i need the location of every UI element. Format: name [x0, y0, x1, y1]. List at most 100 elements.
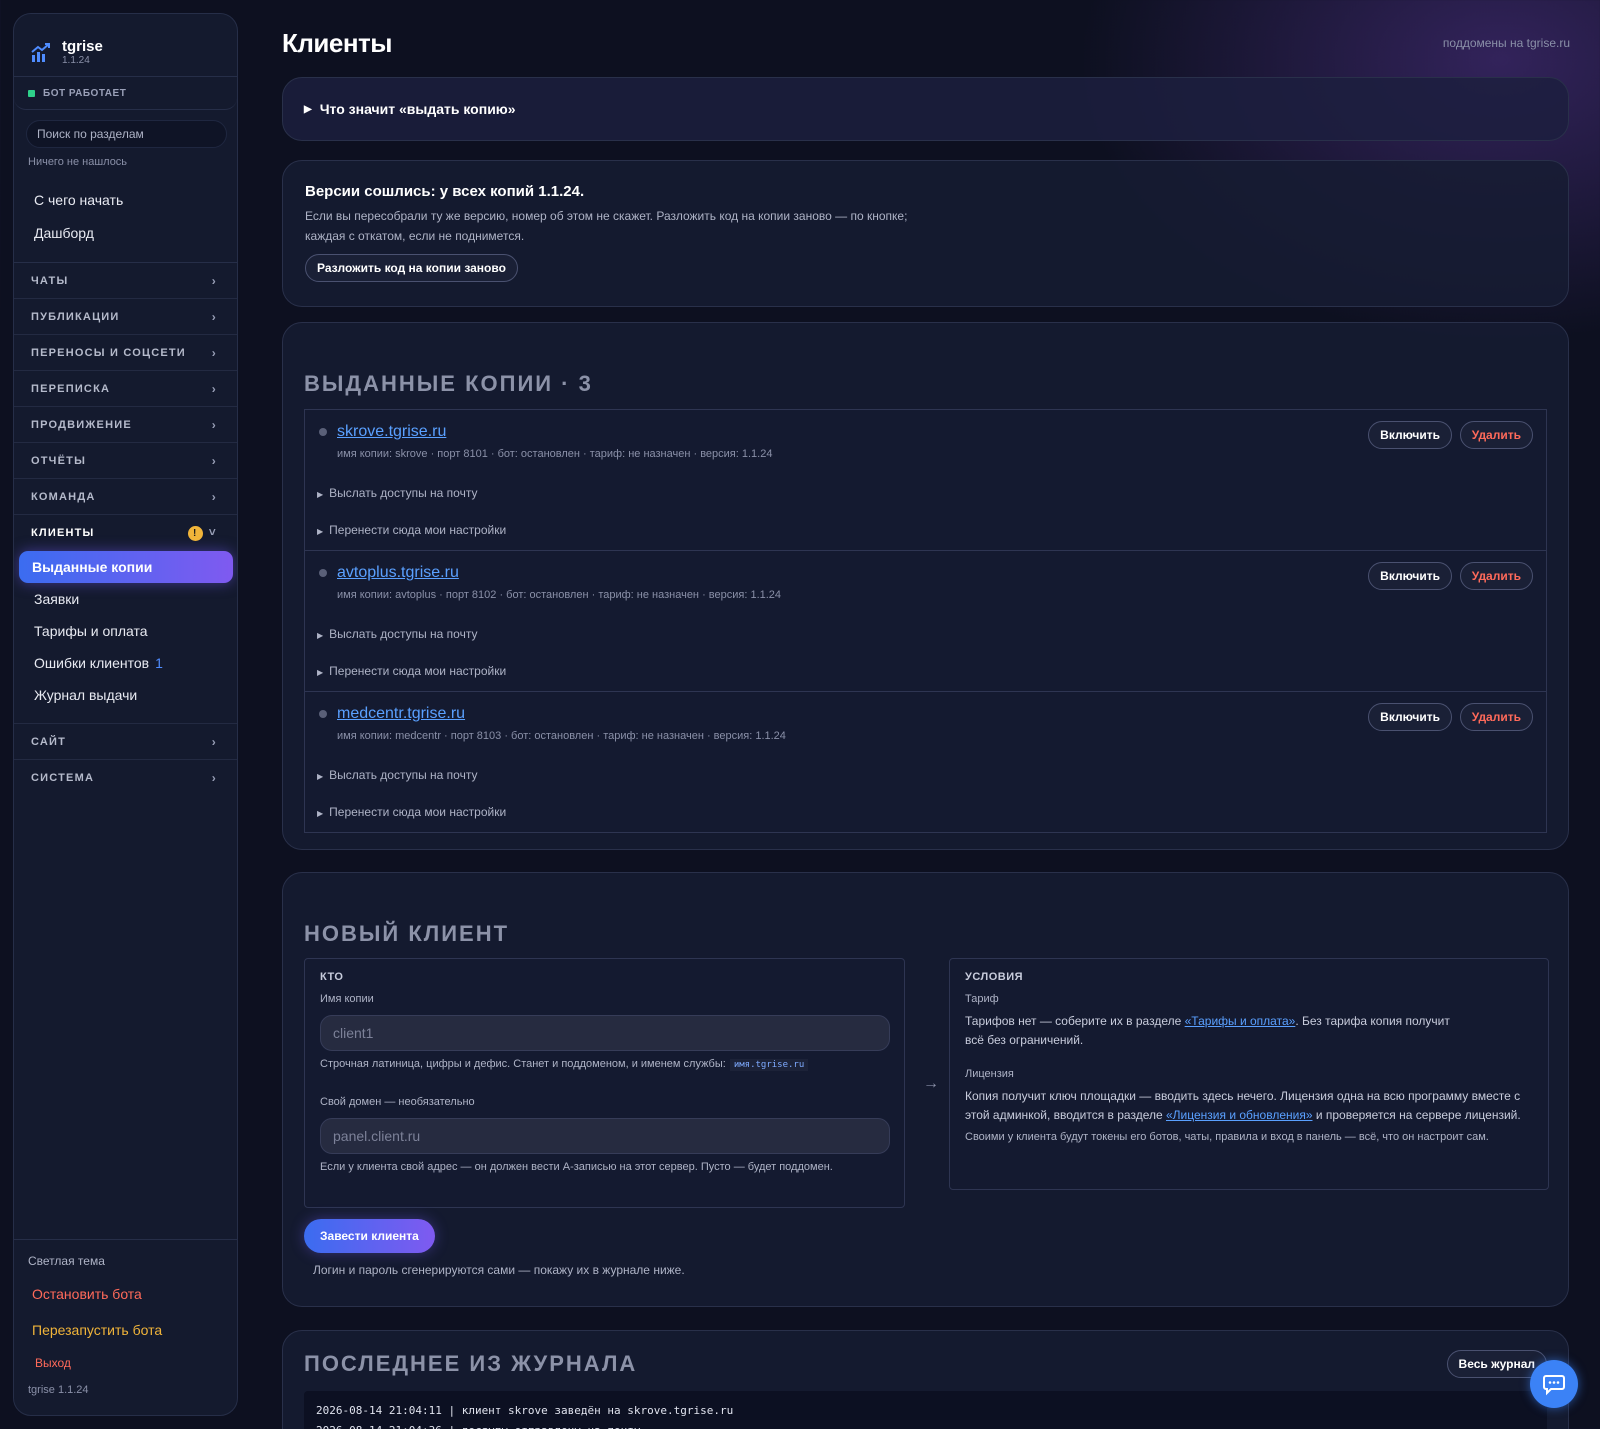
chevron-down-icon: ˅	[208, 525, 217, 539]
copy-name-label: Имя копии	[320, 993, 374, 1005]
who-title: КТО	[320, 971, 344, 983]
sidebar-item-issued-copies[interactable]: Выданные копии	[19, 551, 233, 583]
versions-card: Версии сошлись: у всех копий 1.1.24. Есл…	[282, 160, 1569, 307]
delete-button[interactable]: Удалить	[1459, 703, 1533, 731]
own-domain-hint: Если у клиента свой адрес — он должен ве…	[320, 1161, 833, 1173]
subdomain-code: имя.tgrise.ru	[729, 1059, 809, 1071]
details-label: Перенести сюда мои настройки	[329, 523, 507, 537]
chevron-right-icon: ›	[211, 453, 217, 468]
sidebar-group-system[interactable]: СИСТЕМА ›	[14, 760, 237, 796]
brand[interactable]: tgrise 1.1.24	[14, 14, 237, 76]
sidebar-group-promotion[interactable]: ПРОДВИЖЕНИЕ ›	[14, 407, 237, 443]
delete-button[interactable]: Удалить	[1459, 421, 1533, 449]
triangle-right-icon: ▶	[317, 772, 324, 781]
sidebar-group-transfers[interactable]: ПЕРЕНОСЫ И СОЦСЕТИ ›	[14, 335, 237, 371]
sidebar-group-label: ЧАТЫ	[31, 274, 69, 287]
copy-meta: имя копии: avtoplus · порт 8102 · бот: о…	[337, 589, 782, 601]
transfer-settings-details[interactable]: ▶ Перенести сюда мои настройки	[317, 523, 506, 537]
create-client-button[interactable]: Завести клиента	[304, 1219, 435, 1253]
footer-version: tgrise 1.1.24	[28, 1384, 89, 1396]
own-data-text: Своими у клиента будут токены его ботов,…	[965, 1131, 1489, 1143]
chat-button[interactable]	[1530, 1360, 1578, 1408]
sidebar-group-label: ПЕРЕНОСЫ И СОЦСЕТИ	[31, 346, 186, 359]
license-text: Копия получит ключ площадки — вводить зд…	[965, 1087, 1533, 1125]
issued-copies-card: ВЫДАННЫЕ КОПИИ · 3 skrove.tgrise.ru имя …	[282, 322, 1569, 850]
details-label: Выслать доступы на почту	[329, 627, 478, 641]
versions-text: Если вы пересобрали ту же версию, номер …	[305, 209, 908, 243]
restart-bot-button[interactable]: Перезапустить бота	[28, 1314, 237, 1350]
license-link[interactable]: «Лицензия и обновления»	[1166, 1108, 1313, 1122]
list-item: skrove.tgrise.ru имя копии: skrove · пор…	[305, 410, 1546, 551]
triangle-right-icon: ▶	[317, 809, 324, 818]
chevron-right-icon: ›	[211, 273, 217, 288]
triangle-right-icon: ▶	[317, 631, 324, 640]
sidebar-group-site[interactable]: САЙТ ›	[14, 724, 237, 760]
copy-domain-link[interactable]: medcentr.tgrise.ru	[337, 705, 465, 723]
enable-button[interactable]: Включить	[1368, 703, 1452, 731]
create-client-hint: Логин и пароль сгенерируются сами — пока…	[313, 1263, 685, 1277]
sidebar-top-links: С чего начать Дашборд	[14, 174, 237, 263]
copy-domain-link[interactable]: skrove.tgrise.ru	[337, 423, 446, 441]
send-access-details[interactable]: ▶ Выслать доступы на почту	[317, 768, 477, 782]
sidebar-group-clients[interactable]: КЛИЕНТЫ ! ˅	[14, 515, 237, 551]
redeploy-button[interactable]: Разложить код на копии заново	[305, 254, 518, 282]
transfer-settings-details[interactable]: ▶ Перенести сюда мои настройки	[317, 805, 506, 819]
app-name: tgrise	[62, 38, 103, 55]
copy-name-input[interactable]	[320, 1015, 890, 1051]
journal-card: ПОСЛЕДНЕЕ ИЗ ЖУРНАЛА Весь журнал 2026-08…	[282, 1330, 1569, 1429]
tariffs-link[interactable]: «Тарифы и оплата»	[1185, 1014, 1296, 1028]
sidebar-item-dashboard[interactable]: Дашборд	[14, 219, 237, 252]
terms-box: УСЛОВИЯ Тариф Тарифов нет — соберите их …	[949, 958, 1549, 1190]
sidebar-group-label: КОМАНДА	[31, 490, 96, 503]
sidebar-footer: Светлая тема Остановить бота Перезапусти…	[14, 1239, 237, 1415]
sidebar-group-chats[interactable]: ЧАТЫ ›	[14, 263, 237, 299]
sidebar-group-reports[interactable]: ОТЧЁТЫ ›	[14, 443, 237, 479]
journal-heading: ПОСЛЕДНЕЕ ИЗ ЖУРНАЛА	[304, 1351, 638, 1376]
subdomain-note: поддомены на tgrise.ru	[1442, 36, 1570, 50]
stop-bot-button[interactable]: Остановить бота	[28, 1278, 237, 1314]
new-client-heading: НОВЫЙ КЛИЕНТ	[304, 921, 510, 946]
copy-domain-link[interactable]: avtoplus.tgrise.ru	[337, 564, 459, 582]
bot-status: БОТ РАБОТАЕТ	[14, 76, 237, 110]
sidebar-item-requests[interactable]: Заявки	[14, 583, 237, 615]
issued-copies-heading: ВЫДАННЫЕ КОПИИ · 3	[304, 371, 593, 396]
details-label: Выслать доступы на почту	[329, 486, 478, 500]
send-access-details[interactable]: ▶ Выслать доступы на почту	[317, 627, 477, 641]
enable-button[interactable]: Включить	[1368, 562, 1452, 590]
status-dot-icon	[319, 710, 327, 718]
sidebar-group-label: СИСТЕМА	[31, 772, 95, 784]
sidebar-item-getting-started[interactable]: С чего начать	[14, 186, 237, 219]
sidebar-group-label: ПРОДВИЖЕНИЕ	[31, 418, 132, 431]
status-dot-icon	[28, 89, 35, 97]
details-label: Выслать доступы на почту	[329, 768, 478, 782]
enable-button[interactable]: Включить	[1368, 421, 1452, 449]
arrow-right-icon: →	[923, 1075, 939, 1092]
sidebar-group-publications[interactable]: ПУБЛИКАЦИИ ›	[14, 299, 237, 335]
copy-meta: имя копии: skrove · порт 8101 · бот: ост…	[337, 448, 773, 460]
triangle-right-icon: ▶	[317, 527, 324, 536]
journal-log: 2026-08-14 21:04:11 | клиент skrove заве…	[304, 1391, 1547, 1429]
send-access-details[interactable]: ▶ Выслать доступы на почту	[317, 486, 477, 500]
own-domain-input[interactable]	[320, 1118, 890, 1154]
sidebar-group-messages[interactable]: ПЕРЕПИСКА ›	[14, 371, 237, 407]
chart-up-icon	[31, 43, 50, 62]
what-is-copy-details[interactable]: ▶ Что значит «выдать копию»	[282, 77, 1569, 141]
delete-button[interactable]: Удалить	[1459, 562, 1533, 590]
chevron-right-icon: ›	[211, 381, 217, 396]
transfer-settings-details[interactable]: ▶ Перенести сюда мои настройки	[317, 664, 506, 678]
chevron-right-icon: ›	[211, 345, 217, 360]
logout-link[interactable]: Выход	[28, 1350, 237, 1380]
warning-badge: !	[187, 526, 203, 541]
sidebar-item-label: Ошибки клиентов	[34, 655, 150, 671]
sidebar-item-tariffs[interactable]: Тарифы и оплата	[14, 615, 237, 647]
sidebar-item-issue-log[interactable]: Журнал выдачи	[14, 679, 237, 711]
sidebar-search-input[interactable]	[26, 120, 227, 148]
status-dot-icon	[319, 428, 327, 436]
sidebar-group-team[interactable]: КОМАНДА ›	[14, 479, 237, 515]
list-item: medcentr.tgrise.ru имя копии: medcentr ·…	[305, 692, 1546, 832]
theme-toggle[interactable]: Светлая тема	[28, 1254, 237, 1278]
license-label: Лицензия	[965, 1068, 1014, 1080]
sidebar: tgrise 1.1.24 БОТ РАБОТАЕТ Ничего не наш…	[13, 13, 238, 1416]
sidebar-item-client-errors[interactable]: Ошибки клиентов 1	[14, 647, 237, 679]
triangle-right-icon: ▶	[304, 103, 312, 115]
